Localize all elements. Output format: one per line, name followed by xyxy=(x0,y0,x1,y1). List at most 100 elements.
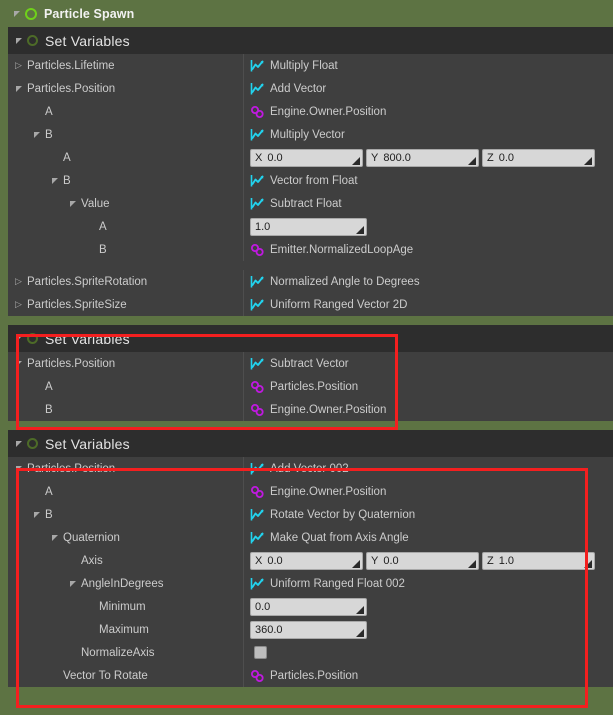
vector-component-input[interactable]: Y 800.0 xyxy=(366,148,479,167)
row-label: A xyxy=(99,220,107,233)
stack-row[interactable]: Particles.Position Add Vector 002 xyxy=(8,457,613,480)
stack-row[interactable]: A X 0.0 Y 800.0 Z 0.0 xyxy=(8,146,613,169)
stack-row[interactable]: Particles.Lifetime Multiply Float xyxy=(8,54,613,77)
row-value-cell[interactable]: Engine.Owner.Position xyxy=(243,100,613,123)
axis-label: Y xyxy=(371,554,379,567)
module-header[interactable]: Set Variables xyxy=(8,430,613,457)
row-value-cell[interactable] xyxy=(243,641,613,664)
stack-row[interactable]: Particles.SpriteSize Uniform Ranged Vecto… xyxy=(8,293,613,316)
drag-grip-icon[interactable] xyxy=(468,559,476,568)
stack-row[interactable]: B Emitter.NormalizedLoopAge xyxy=(8,238,613,261)
disclosure-expanded-icon[interactable] xyxy=(50,169,63,192)
stack-row[interactable]: Value Subtract Float xyxy=(8,192,613,215)
stack-row[interactable]: Axis X 0.0 Y 0.0 Z 1.0 xyxy=(8,549,613,572)
row-value-cell[interactable]: Subtract Float xyxy=(243,192,613,215)
vector-component-input[interactable]: X 0.0 xyxy=(250,148,363,167)
module-header[interactable]: Set Variables xyxy=(8,27,613,54)
drag-grip-icon[interactable] xyxy=(356,628,364,637)
disclosure-expanded-icon[interactable] xyxy=(14,352,27,375)
row-value-cell[interactable]: Engine.Owner.Position xyxy=(243,398,613,421)
disclosure-expanded-icon[interactable] xyxy=(14,327,27,350)
disclosure-expanded-icon[interactable] xyxy=(32,123,45,146)
row-name-cell: Particles.Position xyxy=(8,457,243,480)
float-input[interactable]: 1.0 xyxy=(250,217,367,236)
disclosure-expanded-icon[interactable] xyxy=(14,29,27,52)
vector-component-input[interactable]: Z 1.0 xyxy=(482,551,595,570)
drag-grip-icon[interactable] xyxy=(352,559,360,568)
stack-row[interactable]: AngleInDegrees Uniform Ranged Float 002 xyxy=(8,572,613,595)
stack-row[interactable]: Particles.Position Subtract Vector xyxy=(8,352,613,375)
row-value-label: Add Vector xyxy=(270,82,327,95)
disclosure-expanded-icon[interactable] xyxy=(14,77,27,100)
stack-row[interactable]: Vector To Rotate Particles.Position xyxy=(8,664,613,687)
drag-grip-icon[interactable] xyxy=(584,156,592,165)
row-value-cell[interactable]: Particles.Position xyxy=(243,375,613,398)
row-value-label: Multiply Float xyxy=(270,59,338,72)
stack-row[interactable]: Particles.Position Add Vector xyxy=(8,77,613,100)
disclosure-expanded-icon[interactable] xyxy=(12,2,25,25)
row-name-cell: B xyxy=(8,169,243,192)
drag-grip-icon[interactable] xyxy=(352,156,360,165)
stage-circle-icon xyxy=(25,7,37,20)
row-value-cell[interactable]: 360.0 xyxy=(243,618,613,641)
row-value-cell[interactable]: Subtract Vector xyxy=(243,352,613,375)
row-value-cell[interactable]: Add Vector 002 xyxy=(243,457,613,480)
disclosure-expanded-icon[interactable] xyxy=(68,192,81,215)
row-value-cell[interactable]: Multiply Float xyxy=(243,54,613,77)
row-value-cell[interactable]: X 0.0 Y 800.0 Z 0.0 xyxy=(243,146,613,169)
row-value-cell[interactable]: Multiply Vector xyxy=(243,123,613,146)
stack-row[interactable]: Particles.SpriteRotation Normalized Angle… xyxy=(8,270,613,293)
row-value-cell[interactable]: Make Quat from Axis Angle xyxy=(243,526,613,549)
row-value-cell[interactable]: Rotate Vector by Quaternion xyxy=(243,503,613,526)
disclosure-expanded-icon[interactable] xyxy=(14,432,27,455)
stack-header-particle-spawn[interactable]: Particle Spawn xyxy=(0,0,613,27)
drag-grip-icon[interactable] xyxy=(468,156,476,165)
stack-row[interactable]: A Engine.Owner.Position xyxy=(8,480,613,503)
row-value-cell[interactable]: Vector from Float xyxy=(243,169,613,192)
row-value-cell[interactable]: Add Vector xyxy=(243,77,613,100)
row-name-cell: Particles.Position xyxy=(8,352,243,375)
stack-row[interactable]: A Particles.Position xyxy=(8,375,613,398)
row-value-cell[interactable]: Normalized Angle to Degrees xyxy=(243,270,613,293)
row-value-cell[interactable]: Engine.Owner.Position xyxy=(243,480,613,503)
drag-grip-icon[interactable] xyxy=(356,225,364,234)
disclosure-expanded-icon[interactable] xyxy=(14,457,27,480)
disclosure-collapsed-icon[interactable] xyxy=(14,270,27,293)
row-value-cell[interactable]: X 0.0 Y 0.0 Z 1.0 xyxy=(243,549,613,572)
row-value-cell[interactable]: Uniform Ranged Vector 2D xyxy=(243,293,613,316)
disclosure-collapsed-icon[interactable] xyxy=(14,54,27,77)
stack-row[interactable]: A 1.0 xyxy=(8,215,613,238)
axis-value: 1.0 xyxy=(498,554,515,567)
float-input[interactable]: 0.0 xyxy=(250,597,367,616)
row-value-cell[interactable]: Emitter.NormalizedLoopAge xyxy=(243,238,613,261)
stack-row[interactable]: Maximum 360.0 xyxy=(8,618,613,641)
disclosure-collapsed-icon[interactable] xyxy=(14,293,27,316)
vector-component-input[interactable]: X 0.0 xyxy=(250,551,363,570)
row-value-label: Add Vector 002 xyxy=(270,462,349,475)
stack-row[interactable]: Quaternion Make Quat from Axis Angle xyxy=(8,526,613,549)
stack-row[interactable]: NormalizeAxis xyxy=(8,641,613,664)
row-name-cell: Particles.SpriteSize xyxy=(8,293,243,316)
stack-row[interactable]: B Engine.Owner.Position xyxy=(8,398,613,421)
normalize-axis-checkbox[interactable] xyxy=(254,646,267,659)
row-value-cell[interactable]: Uniform Ranged Float 002 xyxy=(243,572,613,595)
stack-row[interactable]: B Rotate Vector by Quaternion xyxy=(8,503,613,526)
module-header[interactable]: Set Variables xyxy=(8,325,613,352)
disclosure-expanded-icon[interactable] xyxy=(50,526,63,549)
vector-component-input[interactable]: Y 0.0 xyxy=(366,551,479,570)
row-value-cell[interactable]: 0.0 xyxy=(243,595,613,618)
row-label: Particles.Position xyxy=(27,462,116,475)
disclosure-expanded-icon[interactable] xyxy=(68,572,81,595)
row-value-cell[interactable]: Particles.Position xyxy=(243,664,613,687)
row-value-cell[interactable]: 1.0 xyxy=(243,215,613,238)
dynamic-input-icon xyxy=(250,197,266,211)
stack-row[interactable]: Minimum 0.0 xyxy=(8,595,613,618)
disclosure-expanded-icon[interactable] xyxy=(32,503,45,526)
float-input[interactable]: 360.0 xyxy=(250,620,367,639)
drag-grip-icon[interactable] xyxy=(584,559,592,568)
drag-grip-icon[interactable] xyxy=(356,605,364,614)
vector-component-input[interactable]: Z 0.0 xyxy=(482,148,595,167)
stack-row[interactable]: B Vector from Float xyxy=(8,169,613,192)
stack-row[interactable]: B Multiply Vector xyxy=(8,123,613,146)
stack-row[interactable]: A Engine.Owner.Position xyxy=(8,100,613,123)
